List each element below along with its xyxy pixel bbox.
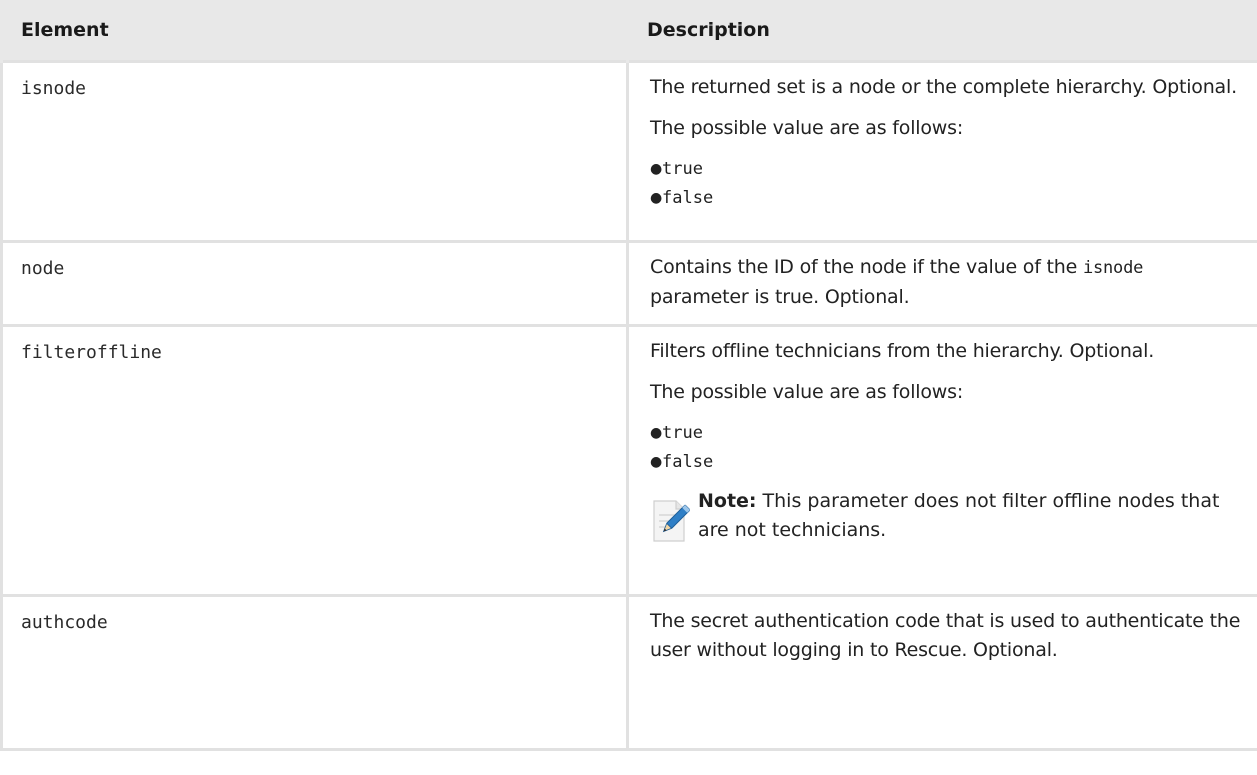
description-prefix: Contains the ID of the node if the value…	[650, 256, 1078, 278]
list-item: ● false	[650, 448, 1243, 477]
header-element: Element	[0, 0, 629, 62]
inline-code: isnode	[1082, 258, 1144, 278]
value-true: true	[662, 423, 703, 443]
value-false: false	[662, 452, 714, 472]
element-cell: authcode	[0, 594, 629, 751]
value-true: true	[662, 159, 703, 179]
table-row: node Contains the ID of the node if the …	[0, 240, 1257, 327]
description-text: Contains the ID of the node if the value…	[650, 253, 1243, 312]
bullet-icon: ●	[650, 190, 663, 206]
element-cell: isnode	[0, 60, 629, 243]
note-label: Note:	[698, 490, 757, 512]
description-text: The returned set is a node or the comple…	[650, 76, 1237, 98]
values-intro: The possible value are as follows:	[650, 117, 964, 139]
header-row: Element Description	[0, 0, 1257, 62]
bullet-icon: ●	[650, 161, 663, 177]
table-row: isnode The returned set is a node or the…	[0, 60, 1257, 243]
description-cell: Contains the ID of the node if the value…	[626, 240, 1257, 327]
description-text: The secret authentication code that is u…	[650, 610, 1241, 661]
element-cell: node	[0, 240, 629, 327]
bullet-icon: ●	[650, 454, 663, 470]
list-item: ● true	[650, 155, 1243, 184]
note-body: This parameter does not filter offline n…	[698, 490, 1220, 541]
description-cell: The secret authentication code that is u…	[626, 594, 1257, 751]
table-row: authcode The secret authentication code …	[0, 594, 1257, 751]
description-text: Filters offline technicians from the hie…	[650, 340, 1155, 362]
table-header: Element Description	[0, 0, 1257, 62]
description-cell: Filters offline technicians from the hie…	[626, 324, 1257, 597]
header-description: Description	[626, 0, 1257, 62]
parameters-table: Element Description isnode The returned …	[0, 0, 1257, 751]
value-list: ● true ● false	[650, 155, 1243, 213]
table-row: filteroffline Filters offline technician…	[0, 324, 1257, 597]
description-suffix: parameter is true. Optional.	[650, 286, 910, 308]
description-cell: The returned set is a node or the comple…	[626, 60, 1257, 243]
value-false: false	[662, 188, 714, 208]
value-list: ● true ● false	[650, 419, 1243, 477]
list-item: ● false	[650, 184, 1243, 213]
note-callout: Note: This parameter does not filter offl…	[650, 487, 1243, 545]
bullet-icon: ●	[650, 425, 663, 441]
element-cell: filteroffline	[0, 324, 629, 597]
note-text: Note: This parameter does not filter offl…	[698, 487, 1243, 545]
list-item: ● true	[650, 419, 1243, 448]
values-intro: The possible value are as follows:	[650, 381, 964, 403]
pencil-note-icon	[653, 500, 690, 542]
